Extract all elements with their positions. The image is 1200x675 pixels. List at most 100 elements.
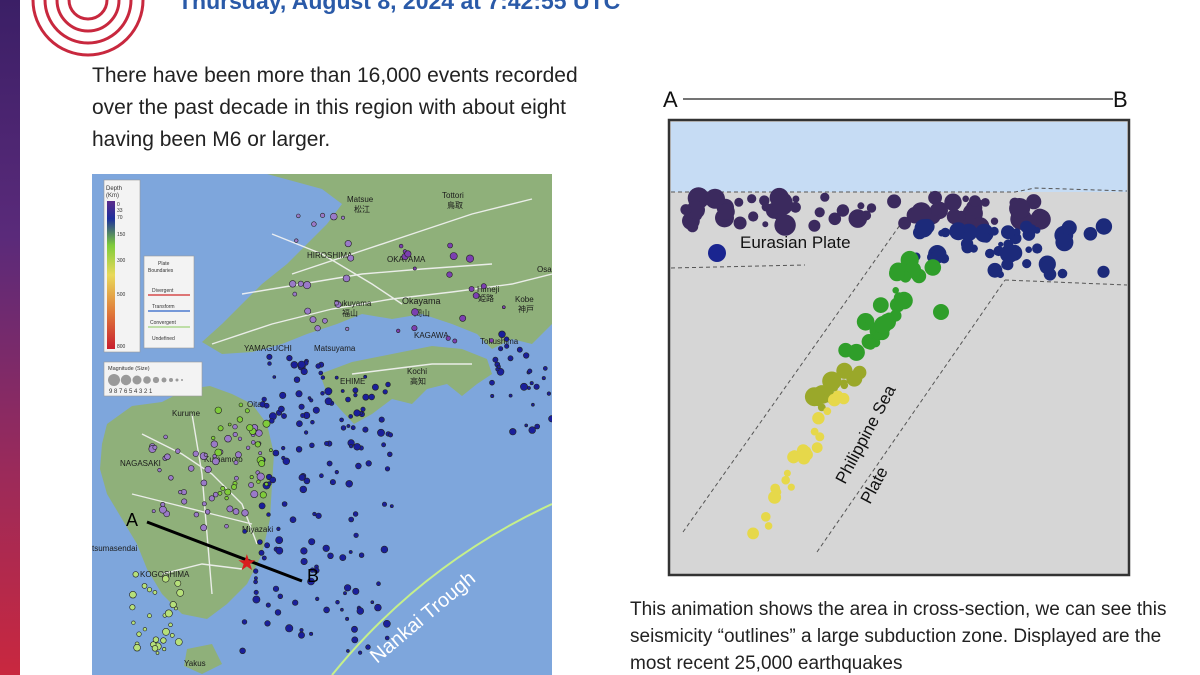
quake-marker bbox=[548, 415, 552, 423]
quake-marker bbox=[259, 491, 267, 499]
quake-marker bbox=[781, 475, 790, 485]
quake-marker bbox=[1057, 268, 1068, 279]
label-nagasaki: NAGASAKI bbox=[120, 459, 161, 468]
quake-marker bbox=[178, 490, 183, 495]
quake-marker bbox=[232, 431, 238, 437]
quake-marker bbox=[292, 291, 298, 297]
quake-marker bbox=[161, 575, 170, 583]
quake-marker bbox=[346, 649, 350, 653]
quake-marker bbox=[348, 516, 355, 523]
quake-marker bbox=[181, 498, 188, 505]
quake-marker bbox=[320, 391, 325, 396]
quake-marker bbox=[733, 216, 747, 230]
quake-marker bbox=[352, 511, 359, 517]
quake-marker bbox=[315, 512, 322, 519]
quake-marker bbox=[258, 460, 266, 467]
quake-marker bbox=[404, 250, 412, 258]
quake-marker bbox=[969, 244, 978, 253]
quake-marker bbox=[281, 501, 288, 507]
quake-marker bbox=[326, 460, 333, 467]
quake-marker bbox=[764, 522, 773, 530]
quake-marker bbox=[224, 524, 229, 529]
quake-marker bbox=[508, 393, 513, 398]
accent-bar bbox=[0, 0, 20, 675]
quake-marker bbox=[204, 509, 211, 515]
quake-marker bbox=[281, 446, 286, 451]
quake-marker bbox=[384, 466, 391, 472]
quake-marker bbox=[542, 366, 548, 371]
epicenter-star-icon: ★ bbox=[237, 550, 257, 575]
quake-marker bbox=[365, 460, 372, 467]
quake-marker bbox=[533, 383, 540, 390]
quake-marker bbox=[872, 297, 889, 313]
quake-marker bbox=[208, 495, 215, 502]
label-tottori: Tottori bbox=[442, 191, 464, 200]
quake-marker bbox=[297, 280, 304, 287]
quake-marker bbox=[345, 616, 350, 621]
quake-marker bbox=[303, 281, 312, 290]
quake-marker bbox=[272, 449, 280, 457]
quake-marker bbox=[490, 394, 495, 399]
quake-marker bbox=[211, 435, 216, 441]
quake-marker bbox=[266, 353, 273, 360]
quake-marker bbox=[353, 443, 361, 451]
quake-marker bbox=[159, 505, 167, 514]
quake-marker bbox=[865, 315, 875, 326]
quake-marker bbox=[170, 633, 175, 638]
quake-marker bbox=[762, 221, 769, 228]
legend-depth-scale bbox=[107, 201, 115, 349]
quake-marker bbox=[358, 650, 363, 655]
quake-marker bbox=[382, 389, 388, 395]
quake-marker bbox=[350, 425, 356, 431]
quake-marker bbox=[132, 571, 139, 578]
quake-marker bbox=[246, 445, 251, 450]
quake-marker bbox=[266, 512, 271, 517]
quake-marker bbox=[264, 620, 271, 627]
quake-marker bbox=[253, 579, 258, 585]
quake-marker bbox=[200, 479, 208, 487]
quake-marker bbox=[257, 539, 263, 545]
quake-marker bbox=[279, 391, 287, 399]
quake-marker bbox=[286, 355, 293, 362]
quake-marker bbox=[523, 352, 530, 359]
quake-marker bbox=[319, 473, 324, 479]
quake-marker bbox=[1020, 220, 1033, 233]
legend-plate-subtitle: Boundaries bbox=[148, 268, 174, 274]
quake-marker bbox=[300, 413, 305, 418]
quake-marker bbox=[289, 516, 297, 524]
quake-marker bbox=[789, 450, 800, 461]
quake-marker bbox=[256, 479, 261, 484]
quake-marker bbox=[1001, 225, 1015, 240]
label-satsumasendai: tsumasendai bbox=[92, 544, 138, 553]
quake-marker bbox=[492, 356, 499, 363]
quake-marker bbox=[465, 254, 474, 263]
quake-marker bbox=[299, 485, 308, 494]
quake-marker bbox=[1097, 265, 1110, 278]
legend-depth-800: 800 bbox=[117, 344, 126, 350]
quake-marker bbox=[528, 426, 536, 434]
quake-marker bbox=[489, 338, 494, 343]
quake-marker bbox=[258, 451, 263, 456]
quake-marker bbox=[447, 242, 453, 249]
quake-marker bbox=[504, 336, 510, 342]
quake-marker bbox=[309, 631, 314, 636]
quake-marker bbox=[520, 382, 528, 391]
label-osaka: Osa bbox=[537, 265, 552, 274]
xs-point-a: A bbox=[663, 87, 678, 112]
quake-marker bbox=[380, 545, 389, 554]
quake-marker bbox=[242, 528, 248, 534]
quake-marker bbox=[531, 402, 535, 407]
quake-marker bbox=[298, 474, 306, 481]
quake-marker bbox=[376, 581, 381, 587]
quake-marker bbox=[294, 238, 299, 243]
quake-marker bbox=[324, 397, 333, 406]
quake-marker bbox=[468, 286, 475, 292]
quake-marker bbox=[200, 524, 208, 532]
legend-depth-title: Depth bbox=[106, 186, 122, 192]
quake-marker bbox=[358, 552, 365, 558]
quake-marker bbox=[747, 194, 757, 204]
quake-marker bbox=[998, 241, 1004, 247]
quake-marker bbox=[210, 440, 218, 448]
quake-marker bbox=[258, 502, 266, 510]
quake-marker bbox=[298, 631, 305, 639]
